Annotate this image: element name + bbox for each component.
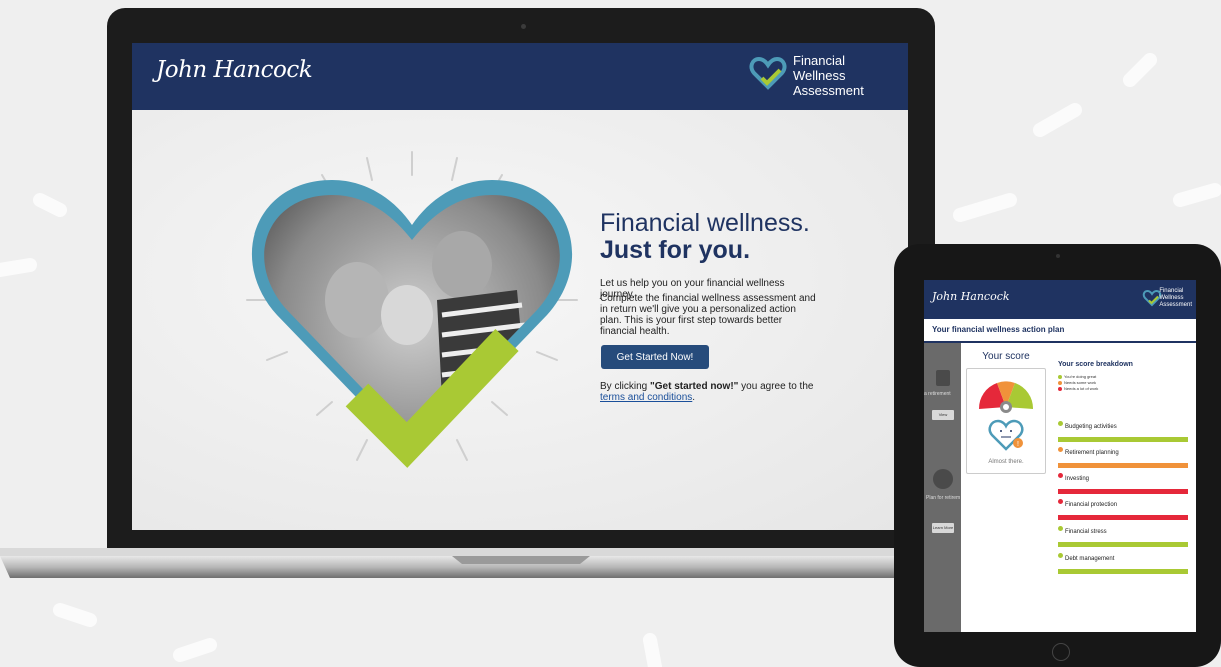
agree-bold: "Get started now!" (650, 381, 739, 392)
fwa-text: Financial Wellness Assessment (793, 53, 864, 98)
category-investing[interactable]: Investing (1058, 467, 1188, 494)
site-header: John Hancock Financial Wellness Assessme… (132, 43, 908, 110)
ghost-item-label: a retirement (924, 391, 951, 397)
agree-middle: you agree to the (738, 381, 814, 392)
category-debt[interactable]: Debt management (1058, 547, 1188, 574)
fwa-logo[interactable]: Financial Wellness Assessment (748, 53, 888, 101)
tablet-screen: John Hancock Financial Wellness Assessme… (924, 280, 1196, 632)
score-breakdown: Your score breakdown You're doing great … (1054, 343, 1196, 632)
status-dot (1058, 374, 1062, 379)
score-gauge: ! (978, 381, 1034, 451)
tablet-fwa-line: Assessment (1159, 302, 1192, 308)
category-retirement[interactable]: Retirement planning (1058, 441, 1188, 468)
category-label: Debt management (1065, 556, 1115, 562)
status-dot (1058, 499, 1063, 505)
heart-check-icon (749, 56, 787, 90)
score-panel: Your score ! Almost there. (961, 343, 1051, 632)
category-stress[interactable]: Financial stress (1058, 520, 1188, 547)
hero-heart-image (246, 151, 578, 468)
document-icon (936, 370, 950, 386)
tablet-john-hancock-logo[interactable]: John Hancock (932, 290, 1010, 303)
score-status: Almost there. (988, 459, 1024, 465)
legend-item: You're doing great (1058, 374, 1096, 379)
fwa-line: Financial (793, 53, 846, 68)
score-card: ! Almost there. (966, 368, 1046, 474)
svg-text:!: ! (1017, 441, 1019, 448)
action-plan-title: Your financial wellness action plan (932, 325, 1065, 334)
tablet-fwa-line: Wellness (1159, 295, 1184, 301)
legend-label: Needs some work (1064, 380, 1097, 385)
piggy-bank-icon (933, 469, 953, 489)
category-protection[interactable]: Financial protection (1058, 493, 1188, 520)
fwa-line: Wellness (793, 68, 846, 83)
action-plan-bar: Your financial wellness action plan (924, 319, 1196, 343)
category-label: Investing (1065, 476, 1090, 482)
hero-title: Financial wellness. Just for you. (600, 210, 880, 264)
ghost-item-label: Plan for retirem (926, 495, 961, 501)
ghost-learn-more-button[interactable]: Learn More (932, 523, 954, 533)
category-budgeting[interactable]: Budgeting activities (1058, 415, 1188, 442)
legend-label: Needs a lot of work (1064, 386, 1099, 391)
get-started-button[interactable]: Get Started Now! (601, 345, 709, 369)
category-label: Financial stress (1065, 529, 1107, 535)
tablet-fwa-line: Financial (1159, 288, 1184, 294)
dimmed-content: a retirement View Plan for retirem Learn… (924, 343, 961, 632)
laptop-screen: John Hancock Financial Wellness Assessme… (132, 43, 908, 530)
category-bar (1058, 569, 1188, 574)
category-label: Financial protection (1065, 502, 1118, 508)
agree-suffix: . (692, 392, 696, 403)
legend-item: Needs a lot of work (1058, 386, 1098, 391)
fwa-line: Assessment (793, 83, 864, 98)
laptop-base (0, 548, 1000, 578)
status-dot (1058, 526, 1063, 532)
agree-prefix: By clicking (600, 381, 651, 392)
legend-item: Needs some work (1058, 380, 1096, 385)
status-dot (1058, 553, 1063, 559)
description-text: Complete the financial wellness assessme… (600, 293, 816, 337)
terms-agreement: By clicking "Get started now!" you agree… (600, 381, 840, 403)
hero-title-line1: Financial wellness. (600, 209, 810, 237)
category-label: Budgeting activities (1065, 424, 1117, 430)
legend-label: You're doing great (1064, 374, 1097, 379)
your-score-label: Your score (982, 351, 1030, 362)
status-dot (1058, 421, 1063, 427)
status-dot (1058, 380, 1062, 385)
status-dot (1058, 386, 1062, 391)
category-label: Retirement planning (1065, 450, 1119, 456)
terms-link[interactable]: terms and conditions (600, 392, 692, 403)
tablet-home-button[interactable] (1052, 643, 1070, 661)
hero-title-line2: Just for you. (600, 236, 751, 264)
status-dot (1058, 473, 1063, 479)
john-hancock-logo[interactable]: John Hancock (156, 57, 313, 83)
status-dot (1058, 447, 1063, 453)
breakdown-title: Your score breakdown (1058, 361, 1133, 368)
tablet-camera (1056, 254, 1060, 258)
main-content: Financial wellness. Just for you. Let us… (132, 110, 908, 530)
ghost-view-button[interactable]: View (932, 410, 954, 420)
laptop-camera (521, 24, 526, 29)
tablet-header: John Hancock Financial Wellness Assessme… (924, 280, 1196, 319)
tablet-fwa-text: Financial Wellness Assessment (1159, 288, 1192, 309)
